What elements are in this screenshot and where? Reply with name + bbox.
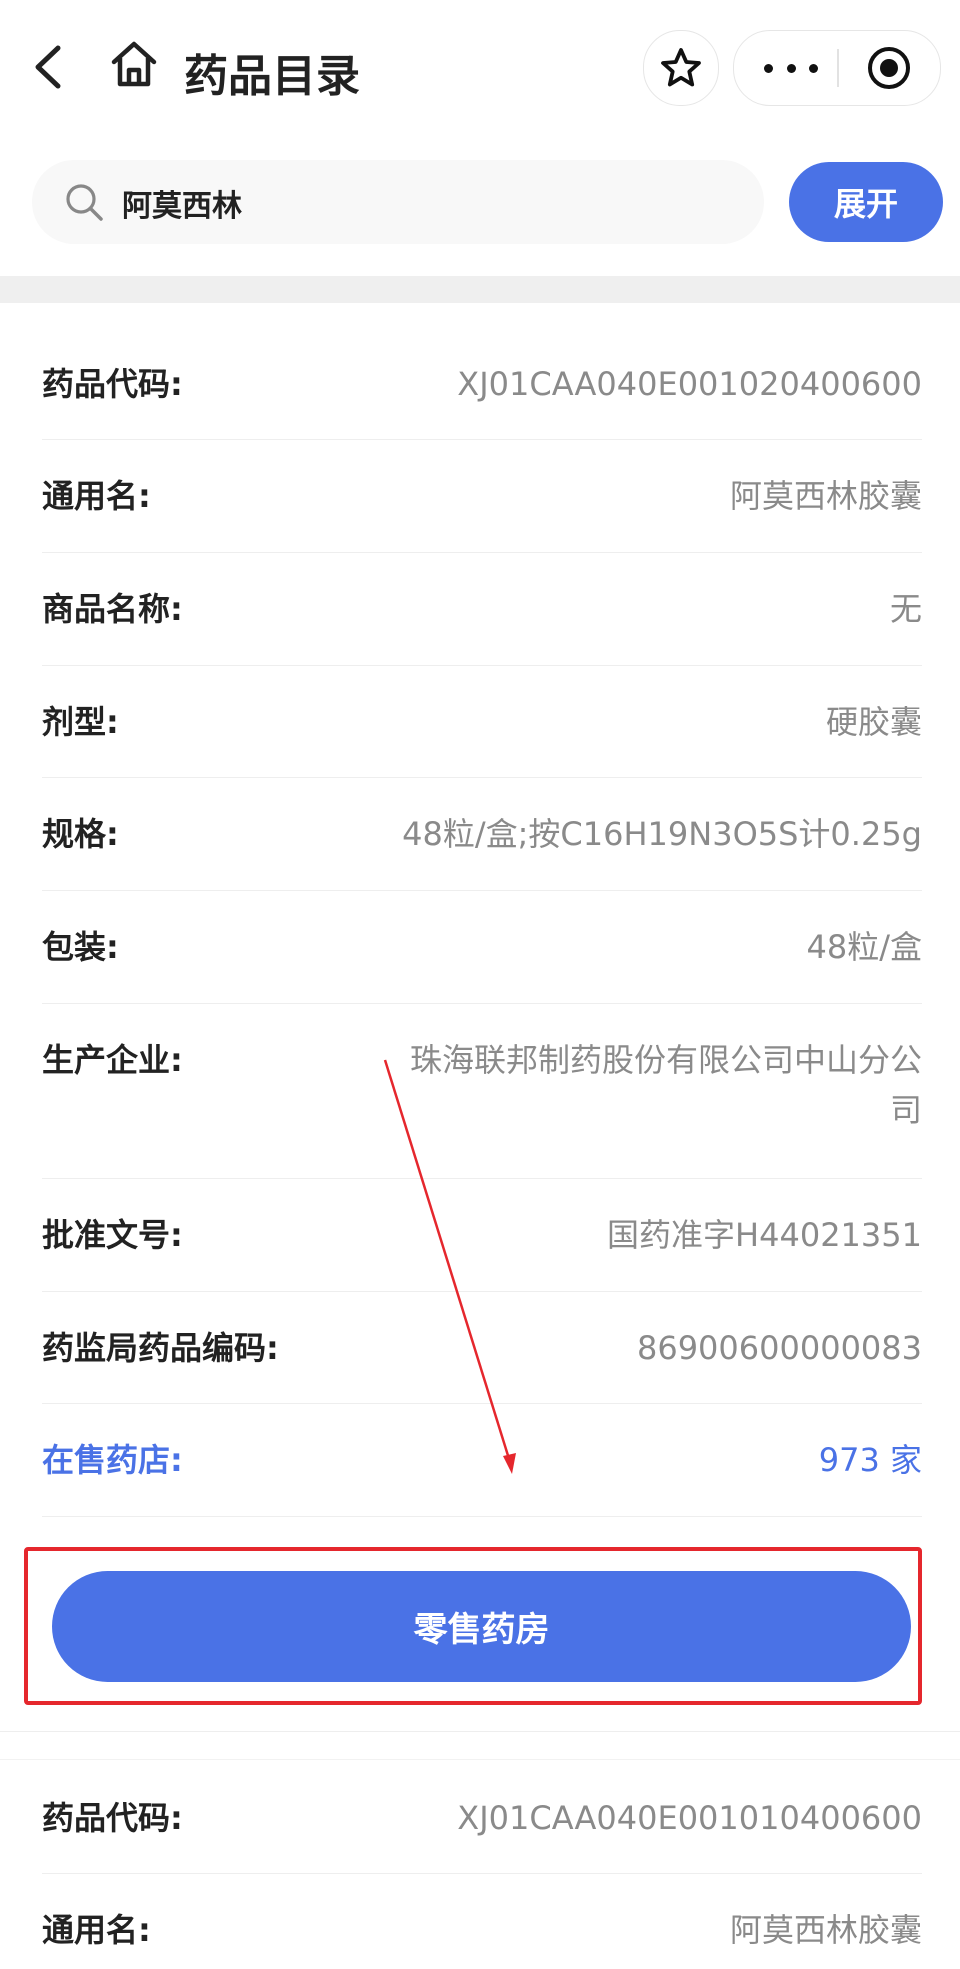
row-label: 药监局药品编码:	[42, 1329, 279, 1367]
row-value: XJ01CAA040E001010400600	[457, 1799, 922, 1837]
row-specification: 规格: 48粒/盒;按C16H19N3O5S计0.25g	[42, 778, 922, 891]
miniprogram-capsule	[733, 30, 941, 106]
card-separator	[0, 1731, 960, 1732]
row-stores-on-sale[interactable]: 在售药店: 973 家	[42, 1404, 922, 1517]
row-generic-name: 通用名: 阿莫西林胶囊	[42, 1874, 922, 1969]
row-label: 规格:	[42, 815, 119, 853]
row-value: 48粒/盒;按C16H19N3O5S计0.25g	[402, 815, 922, 853]
row-label: 生产企业:	[42, 1041, 183, 1079]
row-generic-name: 通用名: 阿莫西林胶囊	[42, 440, 922, 553]
row-value: XJ01CAA040E001020400600	[457, 365, 922, 403]
target-circle-icon[interactable]	[866, 45, 912, 91]
row-label: 包装:	[42, 928, 119, 966]
row-value: 珠海联邦制药股份有限公司中山分公司	[409, 1041, 922, 1129]
row-label: 在售药店:	[42, 1441, 183, 1479]
row-value: 阿莫西林胶囊	[729, 477, 922, 515]
row-label: 药品代码:	[42, 365, 183, 403]
row-label: 批准文号:	[42, 1216, 183, 1254]
row-trade-name: 商品名称: 无	[42, 553, 922, 666]
row-nmpa-code: 药监局药品编码: 86900600000083	[42, 1292, 922, 1404]
search-input[interactable]	[120, 178, 724, 228]
more-dots-icon[interactable]	[764, 55, 818, 81]
nav-header: 药品目录	[0, 0, 960, 140]
star-icon	[661, 48, 701, 87]
row-label: 商品名称:	[42, 590, 183, 628]
retail-pharmacy-button[interactable]: 零售药房	[52, 1571, 911, 1682]
row-value: 国药准字H44021351	[607, 1216, 922, 1254]
capsule-divider	[837, 49, 839, 87]
favorite-button[interactable]	[643, 30, 719, 106]
row-package: 包装: 48粒/盒	[42, 891, 922, 1004]
search-icon	[66, 184, 103, 221]
row-label: 通用名:	[42, 1911, 151, 1949]
row-drug-code: 药品代码: XJ01CAA040E001020400600	[42, 328, 922, 440]
back-chevron-icon[interactable]	[28, 42, 72, 92]
row-approval-number: 批准文号: 国药准字H44021351	[42, 1179, 922, 1292]
row-value: 86900600000083	[636, 1329, 922, 1367]
card-separator	[0, 1759, 960, 1760]
row-value: 无	[889, 590, 922, 628]
store-count-link[interactable]: 973 家	[819, 1435, 922, 1485]
expand-button[interactable]: 展开	[789, 162, 943, 242]
row-dosage-form: 剂型: 硬胶囊	[42, 666, 922, 778]
row-label: 剂型:	[42, 703, 119, 741]
page-title: 药品目录	[184, 51, 360, 102]
row-value: 阿莫西林胶囊	[729, 1911, 922, 1949]
row-label: 通用名:	[42, 477, 151, 515]
drug-card: 药品代码: XJ01CAA040E001010400600 通用名: 阿莫西林胶…	[42, 1762, 922, 1969]
row-value: 硬胶囊	[825, 703, 922, 741]
row-manufacturer: 生产企业: 珠海联邦制药股份有限公司中山分公司	[42, 1004, 922, 1179]
row-drug-code: 药品代码: XJ01CAA040E001010400600	[42, 1762, 922, 1874]
row-label: 药品代码:	[42, 1799, 183, 1837]
row-value: 48粒/盒	[806, 928, 922, 966]
drug-card: 药品代码: XJ01CAA040E001020400600 通用名: 阿莫西林胶…	[42, 328, 922, 1517]
search-bar[interactable]	[32, 160, 764, 244]
section-divider	[0, 276, 960, 303]
home-icon[interactable]	[108, 38, 160, 90]
